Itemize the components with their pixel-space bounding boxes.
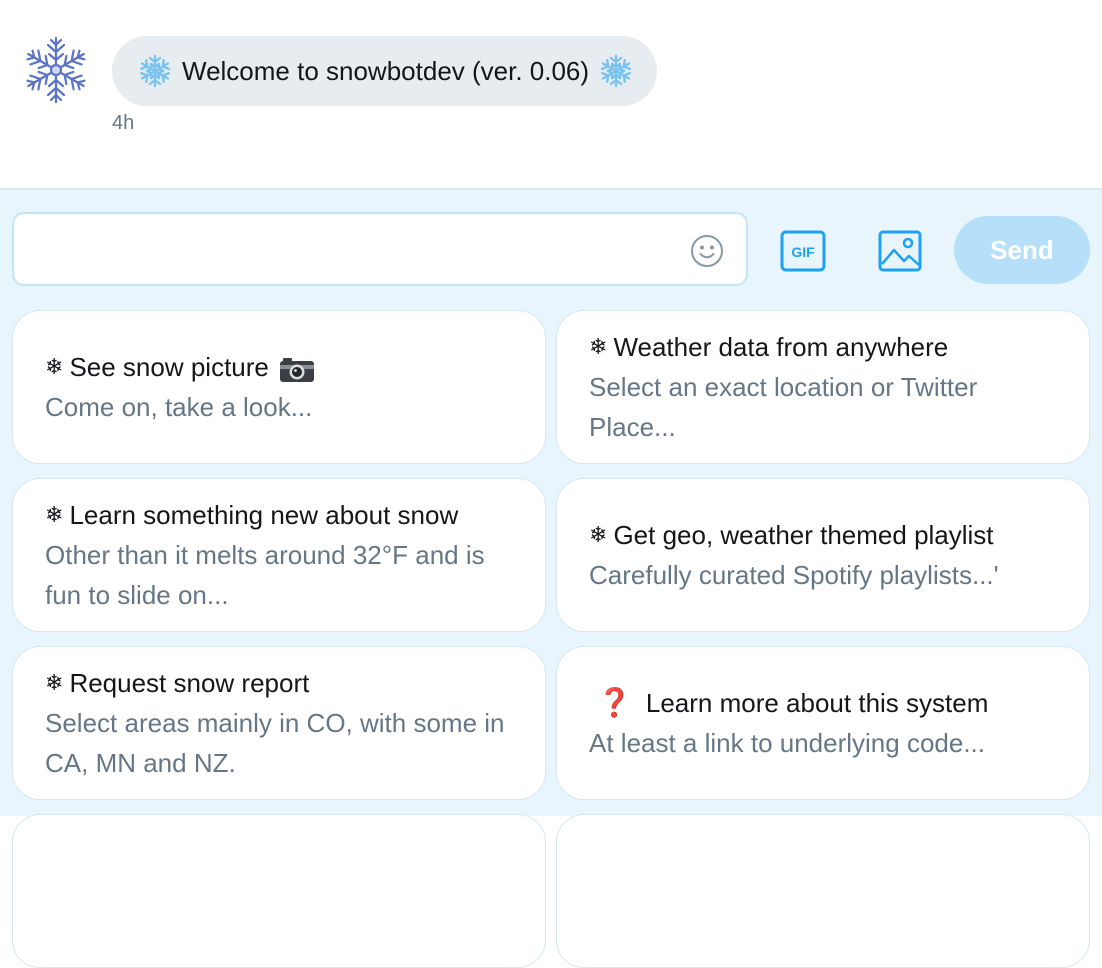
- quick-reply-title: Learn more about this system: [645, 688, 989, 718]
- quick-reply-learn-more-system[interactable]: ❓ Learn more about this system At least …: [556, 646, 1090, 800]
- quick-reply-description: Carefully curated Spotify playlists...': [589, 560, 999, 590]
- image-icon[interactable]: [878, 230, 922, 272]
- quick-reply-description: Select an exact location or Twitter Plac…: [589, 372, 978, 442]
- quick-reply-title: Request snow report: [69, 668, 310, 698]
- quick-reply-description: At least a link to underlying code...: [589, 728, 986, 758]
- quick-reply-learn-about-snow[interactable]: ❄ Learn something new about snow Other t…: [12, 478, 546, 632]
- quick-reply-prefix: ❄: [45, 354, 64, 379]
- quick-reply-card-partial[interactable]: [12, 814, 546, 968]
- welcome-message-text: Welcome to snowbotdev (ver. 0.06): [182, 55, 590, 86]
- quick-reply-title: Get geo, weather themed playlist: [613, 520, 994, 550]
- quick-reply-prefix: ❄: [589, 522, 608, 547]
- question-mark-icon: ❓: [597, 687, 632, 718]
- quick-reply-weather-data[interactable]: ❄ Weather data from anywhere Select an e…: [556, 310, 1090, 464]
- message-composer: GIF Send ❄ See snow picture Come on, tak…: [0, 188, 1102, 968]
- quick-reply-description: Other than it melts around 32°F and is f…: [45, 540, 485, 610]
- gif-label: GIF: [791, 244, 815, 260]
- quick-reply-prefix: ❄: [589, 334, 608, 359]
- quick-reply-snow-report[interactable]: ❄ Request snow report Select areas mainl…: [12, 646, 546, 800]
- quick-reply-title: Learn something new about snow: [69, 500, 459, 530]
- quick-reply-see-snow-picture[interactable]: ❄ See snow picture Come on, take a look.…: [12, 310, 546, 464]
- snowflake-icon: [138, 54, 172, 88]
- welcome-message-bubble: Welcome to snowbotdev (ver. 0.06): [112, 36, 658, 106]
- quick-reply-description: Select areas mainly in CO, with some in …: [45, 708, 505, 778]
- quick-reply-weather-playlist[interactable]: ❄ Get geo, weather themed playlist Caref…: [556, 478, 1090, 632]
- quick-reply-title: Weather data from anywhere: [613, 332, 949, 362]
- quick-reply-title: See snow picture: [69, 352, 269, 382]
- quick-reply-card-partial[interactable]: [556, 814, 1090, 968]
- gif-button[interactable]: GIF: [780, 230, 826, 272]
- smiley-icon[interactable]: [690, 234, 724, 268]
- camera-icon: [279, 354, 315, 382]
- quick-reply-prefix: ❄: [45, 670, 64, 695]
- message-timestamp: 4h: [112, 112, 135, 134]
- quick-reply-description: Come on, take a look...: [45, 392, 313, 422]
- snowflake-avatar-icon[interactable]: [22, 34, 90, 106]
- conversation-area: Welcome to snowbotdev (ver. 0.06) 4h: [0, 0, 1102, 188]
- snowflake-icon: [599, 54, 633, 88]
- send-button[interactable]: Send: [954, 216, 1090, 284]
- message-input[interactable]: [12, 212, 748, 286]
- quick-reply-prefix: ❄: [45, 502, 64, 527]
